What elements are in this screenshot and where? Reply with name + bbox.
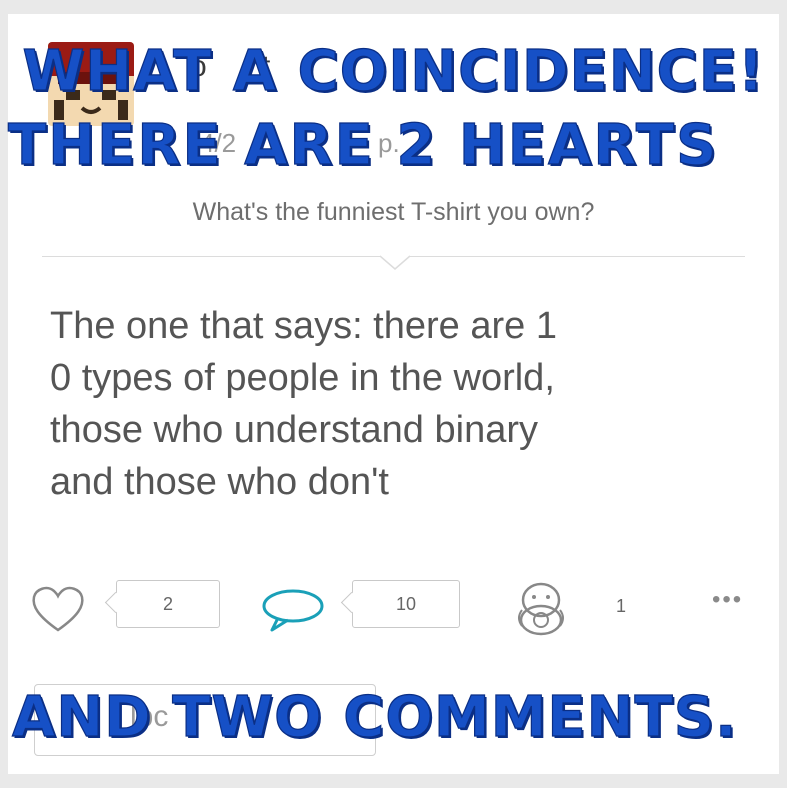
caption-line-3: AND TWO COMMENTS. bbox=[11, 685, 738, 750]
share-button[interactable] bbox=[512, 578, 570, 643]
share-count: 1 bbox=[616, 596, 627, 616]
question-title[interactable]: What's the funniest T-shirt you own? bbox=[0, 198, 787, 227]
pigeon-icon bbox=[518, 582, 564, 636]
comment-count[interactable]: 10 bbox=[352, 580, 460, 628]
meme-stage: o t 4/2 p. What's the funniest T-shirt y… bbox=[0, 0, 787, 788]
heart-icon bbox=[32, 586, 84, 632]
like-count[interactable]: 2 bbox=[116, 580, 220, 628]
caption-line-1: WHAT A COINCIDENCE! bbox=[22, 39, 765, 104]
comment-bubble-icon bbox=[262, 589, 324, 632]
comment-button[interactable] bbox=[260, 588, 330, 639]
answer-text: The one that says: there are 1 0 types o… bbox=[50, 305, 557, 503]
caption-line-2: THERE ARE 2 HEARTS bbox=[7, 113, 719, 178]
more-dots-icon[interactable]: ••• bbox=[712, 586, 743, 614]
like-button[interactable] bbox=[30, 584, 86, 639]
divider-notch bbox=[380, 255, 410, 270]
